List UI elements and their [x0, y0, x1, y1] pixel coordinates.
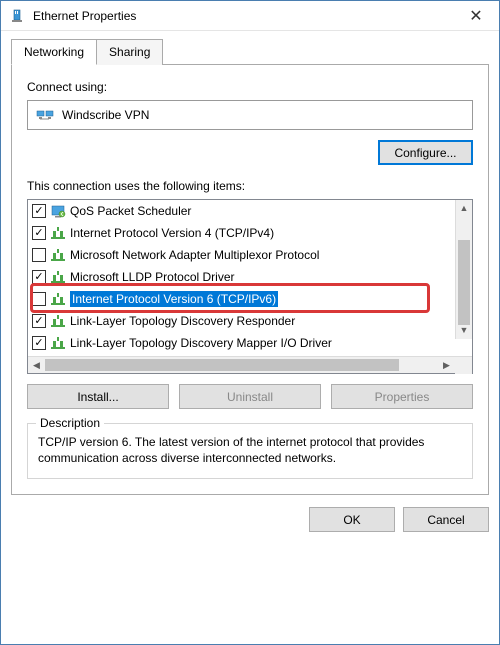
checkbox[interactable]: ✓: [32, 336, 46, 350]
network-protocol-icon: [50, 291, 66, 307]
checkbox[interactable]: ✓: [32, 270, 46, 284]
list-item[interactable]: ✓ QoS Packet Scheduler: [28, 200, 472, 222]
description-text: TCP/IP version 6. The latest version of …: [38, 434, 462, 466]
close-icon[interactable]: ✕: [461, 6, 491, 26]
list-item[interactable]: Microsoft Network Adapter Multiplexor Pr…: [28, 244, 472, 266]
checkbox[interactable]: ✓: [32, 314, 46, 328]
list-item-label: QoS Packet Scheduler: [70, 204, 191, 218]
scroll-right-arrow-icon[interactable]: ▶: [438, 360, 455, 371]
list-item[interactable]: Internet Protocol Version 6 (TCP/IPv6): [28, 288, 472, 310]
checkbox[interactable]: [32, 248, 46, 262]
horizontal-scrollbar[interactable]: ◀ ▶: [28, 356, 472, 373]
listbox-viewport[interactable]: ✓ QoS Packet Scheduler ✓ Internet Protocol …: [28, 200, 472, 356]
network-adapter-icon: [36, 108, 54, 122]
checkbox[interactable]: [32, 292, 46, 306]
scroll-left-arrow-icon[interactable]: ◀: [28, 360, 45, 371]
list-item-label: Microsoft Network Adapter Multiplexor Pr…: [70, 248, 319, 262]
vertical-scrollbar[interactable]: ▲ ▼: [455, 200, 472, 339]
network-protocol-icon: [50, 335, 66, 351]
vertical-scroll-thumb[interactable]: [458, 240, 470, 325]
ok-button[interactable]: OK: [309, 507, 395, 532]
tab-strip: Networking Sharing: [11, 39, 489, 65]
list-item[interactable]: ✓ Link-Layer Topology Discovery Mapper I/…: [28, 332, 472, 354]
description-legend: Description: [36, 416, 104, 430]
checkbox[interactable]: ✓: [32, 226, 46, 240]
list-item[interactable]: ✓ Microsoft LLDP Protocol Driver: [28, 266, 472, 288]
titlebar: Ethernet Properties ✕: [1, 1, 499, 31]
adapter-name: Windscribe VPN: [62, 108, 149, 122]
network-protocol-icon: [50, 225, 66, 241]
install-button[interactable]: Install...: [27, 384, 169, 409]
network-protocol-icon: [50, 247, 66, 263]
adapter-field: Windscribe VPN: [27, 100, 473, 130]
horizontal-scroll-thumb[interactable]: [45, 359, 399, 371]
components-listbox: ✓ QoS Packet Scheduler ✓ Internet Protocol …: [27, 199, 473, 374]
properties-button[interactable]: Properties: [331, 384, 473, 409]
network-protocol-icon: [50, 313, 66, 329]
configure-button[interactable]: Configure...: [378, 140, 473, 165]
list-item-label: Internet Protocol Version 6 (TCP/IPv6): [70, 291, 278, 307]
ethernet-icon: [9, 8, 25, 24]
window-title: Ethernet Properties: [33, 9, 461, 23]
connect-using-label: Connect using:: [27, 80, 473, 94]
list-item-label: Internet Protocol Version 4 (TCP/IPv4): [70, 226, 274, 240]
scroll-down-arrow-icon[interactable]: ▼: [456, 322, 472, 339]
list-item-label: Microsoft LLDP Protocol Driver: [70, 270, 235, 284]
uninstall-button[interactable]: Uninstall: [179, 384, 321, 409]
list-item-label: Link-Layer Topology Discovery Mapper I/O…: [70, 336, 332, 350]
app-icon: [50, 203, 66, 219]
tab-networking[interactable]: Networking: [11, 39, 97, 65]
dialog-content: Networking Sharing Connect using: Windsc…: [1, 31, 499, 495]
network-protocol-icon: [50, 269, 66, 285]
checkbox[interactable]: ✓: [32, 204, 46, 218]
scroll-corner: [455, 357, 472, 374]
description-groupbox: Description TCP/IP version 6. The latest…: [27, 423, 473, 479]
list-item[interactable]: ✓ Internet Protocol Version 4 (TCP/IPv4): [28, 222, 472, 244]
dialog-button-row: OK Cancel: [1, 495, 499, 544]
networking-panel: Connect using: Windscribe VPN Configure.…: [11, 64, 489, 495]
items-label: This connection uses the following items…: [27, 179, 473, 193]
tab-sharing[interactable]: Sharing: [96, 39, 163, 65]
list-item-label: Link-Layer Topology Discovery Responder: [70, 314, 295, 328]
scroll-up-arrow-icon[interactable]: ▲: [456, 200, 472, 217]
list-item[interactable]: ✓ Link-Layer Topology Discovery Responder: [28, 310, 472, 332]
cancel-button[interactable]: Cancel: [403, 507, 489, 532]
